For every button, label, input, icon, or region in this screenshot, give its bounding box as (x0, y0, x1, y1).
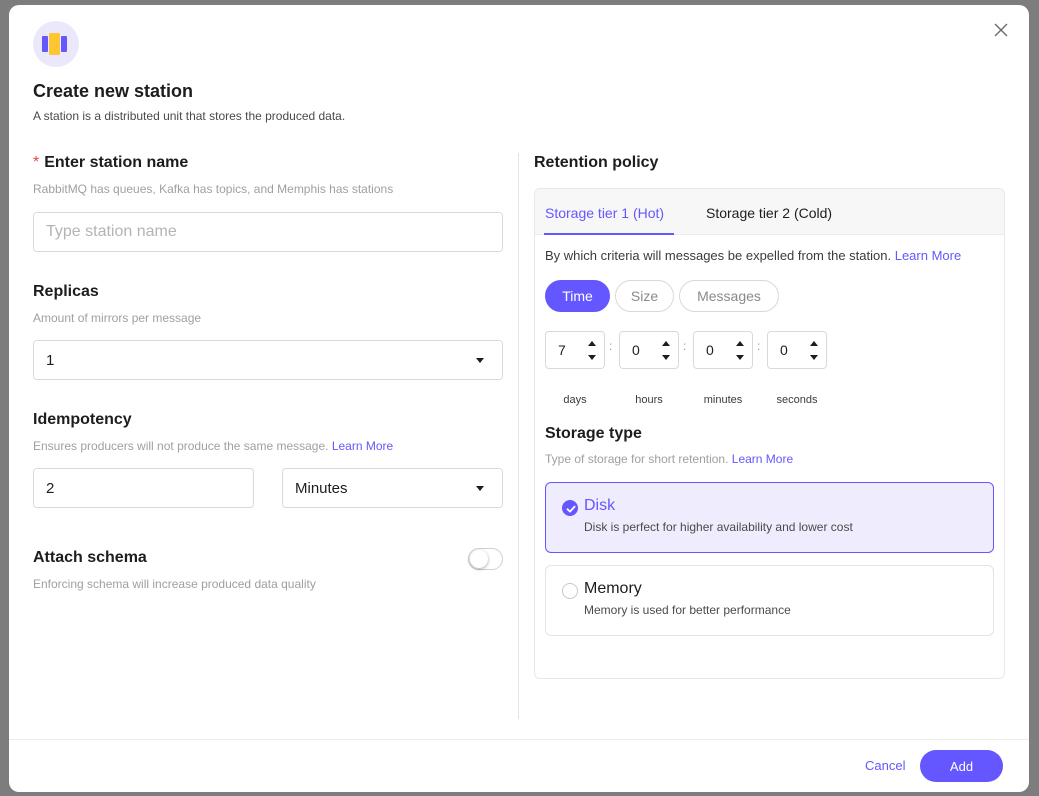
station-name-hint: RabbitMQ has queues, Kafka has topics, a… (33, 182, 394, 196)
add-button[interactable]: Add (920, 750, 1003, 782)
increment-arrow-icon[interactable] (736, 341, 744, 346)
hours-input[interactable]: 0 (619, 331, 679, 369)
idempotency-label: Idempotency (33, 411, 132, 428)
radio-icon (562, 583, 578, 599)
retention-policy-label: Retention policy (534, 154, 659, 171)
idempotency-unit-select[interactable]: Minutes (282, 468, 503, 508)
retention-type-messages[interactable]: Messages (679, 280, 779, 312)
footer-divider (9, 739, 1029, 740)
minutes-label: minutes (703, 394, 743, 406)
days-label: days (563, 394, 587, 406)
hours-label: hours (635, 394, 663, 406)
minutes-input[interactable]: 0 (693, 331, 753, 369)
idempotency-hint: Ensures producers will not produce the s… (33, 439, 394, 453)
storage-tier-tabs: Storage tier 1 (Hot) Storage tier 2 (Col… (535, 189, 1004, 235)
decrement-arrow-icon[interactable] (736, 355, 744, 360)
attach-schema-label: Attach schema (33, 549, 147, 566)
storage-option-title: Memory (584, 580, 642, 597)
replicas-label: Replicas (33, 283, 99, 300)
logo-icon (33, 21, 79, 67)
increment-arrow-icon[interactable] (662, 341, 670, 346)
station-name-input[interactable]: Type station name (33, 212, 503, 252)
storage-option-title: Disk (584, 497, 616, 514)
storage-option-desc: Disk is perfect for higher availability … (584, 520, 853, 534)
attach-schema-toggle[interactable] (468, 548, 503, 570)
retention-panel: Storage tier 1 (Hot) Storage tier 2 (Col… (534, 188, 1005, 679)
days-input[interactable]: 7 (545, 331, 605, 369)
retention-type-size[interactable]: Size (615, 280, 674, 312)
time-separator: : (683, 339, 687, 353)
tab-storage-tier-1[interactable]: Storage tier 1 (Hot) (545, 205, 664, 221)
column-divider (518, 153, 519, 719)
create-station-modal: Create new station A station is a distri… (9, 5, 1029, 792)
cancel-button[interactable]: Cancel (865, 758, 905, 773)
close-icon[interactable] (994, 23, 1010, 39)
station-name-label: * Enter station name (33, 154, 189, 171)
replicas-hint: Amount of mirrors per message (33, 311, 202, 325)
time-separator: : (757, 339, 761, 353)
required-mark: * (33, 154, 40, 171)
modal-subtitle: A station is a distributed unit that sto… (33, 109, 346, 123)
storage-option-memory[interactable]: Memory Memory is used for better perform… (545, 565, 994, 636)
seconds-input[interactable]: 0 (767, 331, 827, 369)
storage-type-label: Storage type (545, 425, 642, 442)
retention-criteria-text: By which criteria will messages be expel… (545, 248, 962, 263)
retention-type-time[interactable]: Time (545, 280, 610, 312)
toggle-knob (470, 550, 488, 568)
decrement-arrow-icon[interactable] (588, 355, 596, 360)
replicas-value: 1 (46, 351, 55, 369)
decrement-arrow-icon[interactable] (662, 355, 670, 360)
tab-storage-tier-2[interactable]: Storage tier 2 (Cold) (706, 205, 832, 221)
caret-down-icon (476, 486, 484, 491)
idempotency-unit-value: Minutes (295, 479, 348, 497)
increment-arrow-icon[interactable] (588, 341, 596, 346)
decrement-arrow-icon[interactable] (810, 355, 818, 360)
check-icon (562, 500, 578, 516)
increment-arrow-icon[interactable] (810, 341, 818, 346)
storage-option-disk[interactable]: Disk Disk is perfect for higher availabi… (545, 482, 994, 553)
storage-learn-more-link[interactable]: Learn More (732, 452, 793, 466)
modal-title: Create new station (33, 81, 194, 101)
retention-learn-more-link[interactable]: Learn More (895, 248, 961, 263)
attach-schema-hint: Enforcing schema will increase produced … (33, 577, 316, 591)
active-tab-indicator (544, 233, 674, 235)
seconds-label: seconds (776, 394, 818, 406)
storage-type-hint: Type of storage for short retention. Lea… (545, 452, 794, 466)
caret-down-icon (476, 358, 484, 363)
replicas-select[interactable]: 1 (33, 340, 503, 380)
idempotency-value-input[interactable]: 2 (33, 468, 254, 508)
time-separator: : (609, 339, 613, 353)
idempotency-learn-more-link[interactable]: Learn More (332, 439, 393, 453)
storage-option-desc: Memory is used for better performance (584, 603, 791, 617)
